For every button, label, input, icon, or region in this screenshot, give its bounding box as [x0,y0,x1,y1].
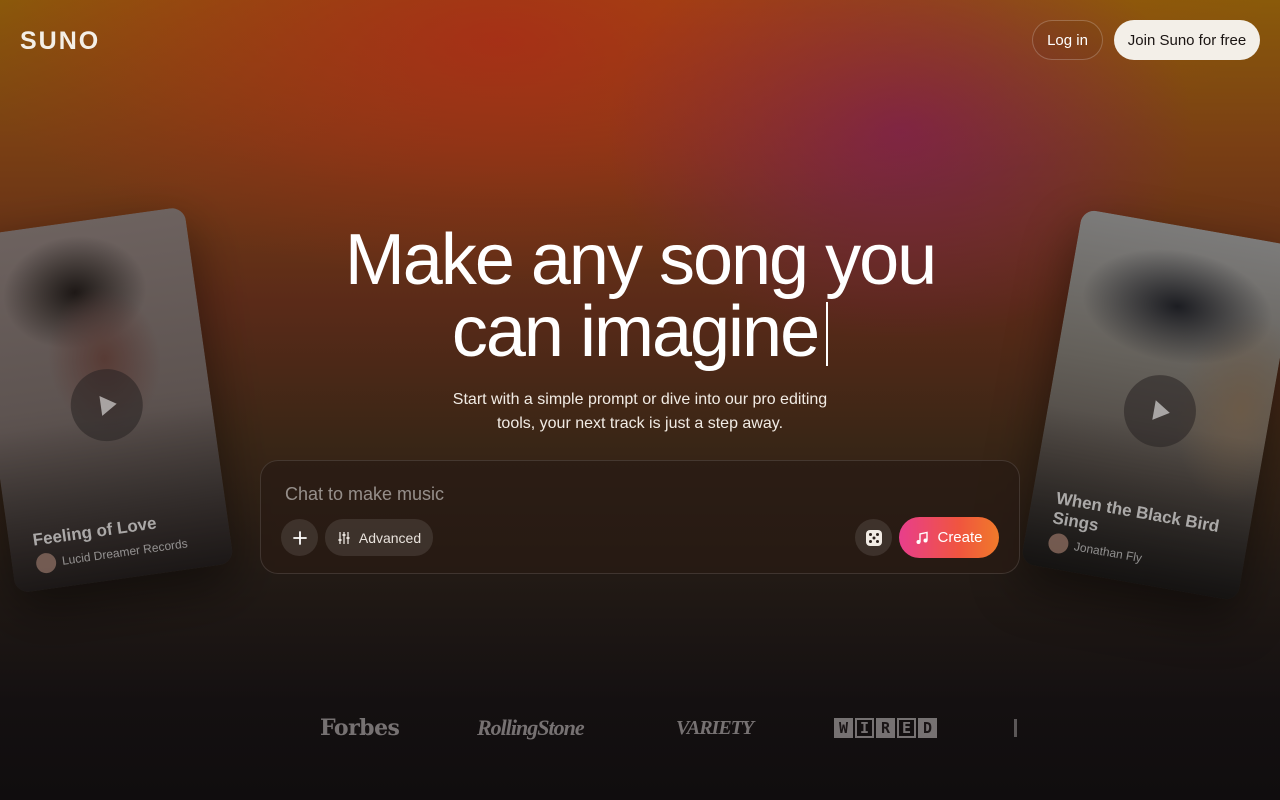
hero-title-line1: Make any song you [344,220,937,300]
hero-subtitle-line1: Start with a simple prompt or dive into … [452,391,828,408]
join-free-button[interactable]: Join Suno for free [1114,20,1260,60]
forbes-logo: Forbes [320,715,400,741]
hero-title-line2: can imagine [451,292,820,372]
rolling-stone-logo: RollingStone [477,715,585,740]
sliders-icon [338,531,350,544]
wired-letter: R [876,718,895,738]
wired-letter: I [855,718,874,738]
advanced-button[interactable]: Advanced [325,519,433,556]
play-icon[interactable] [66,364,148,446]
variety-logo: VARIETY [676,716,754,739]
avatar [1046,531,1070,556]
plus-icon [292,530,307,545]
music-note-icon [916,531,929,544]
dice-icon [865,529,882,546]
add-button[interactable] [281,519,318,556]
chat-composer: Advanced Create [260,460,1020,574]
random-prompt-button[interactable] [855,519,892,556]
artist-name: Jonathan Fly [1072,539,1144,566]
wired-letter: D [918,718,937,738]
hero-title: Make any song you can imagine [290,224,990,368]
play-icon[interactable] [1118,369,1202,453]
text-cursor [826,302,829,366]
hero-subtitle: Start with a simple prompt or dive into … [440,388,840,436]
create-label: Create [937,529,983,546]
suno-logo[interactable]: SUNO [20,27,100,56]
wired-letter: W [834,718,853,738]
wired-letter: E [897,718,916,738]
chat-input[interactable] [285,481,845,507]
wired-logo: WIRED [834,712,937,744]
create-button[interactable]: Create [899,517,999,558]
login-button[interactable]: Log in [1032,20,1103,60]
advanced-label: Advanced [358,529,422,546]
press-logo-partial [1014,719,1017,737]
avatar [34,551,58,575]
hero-subtitle-line2: tools, your next track is just a step aw… [496,415,784,432]
